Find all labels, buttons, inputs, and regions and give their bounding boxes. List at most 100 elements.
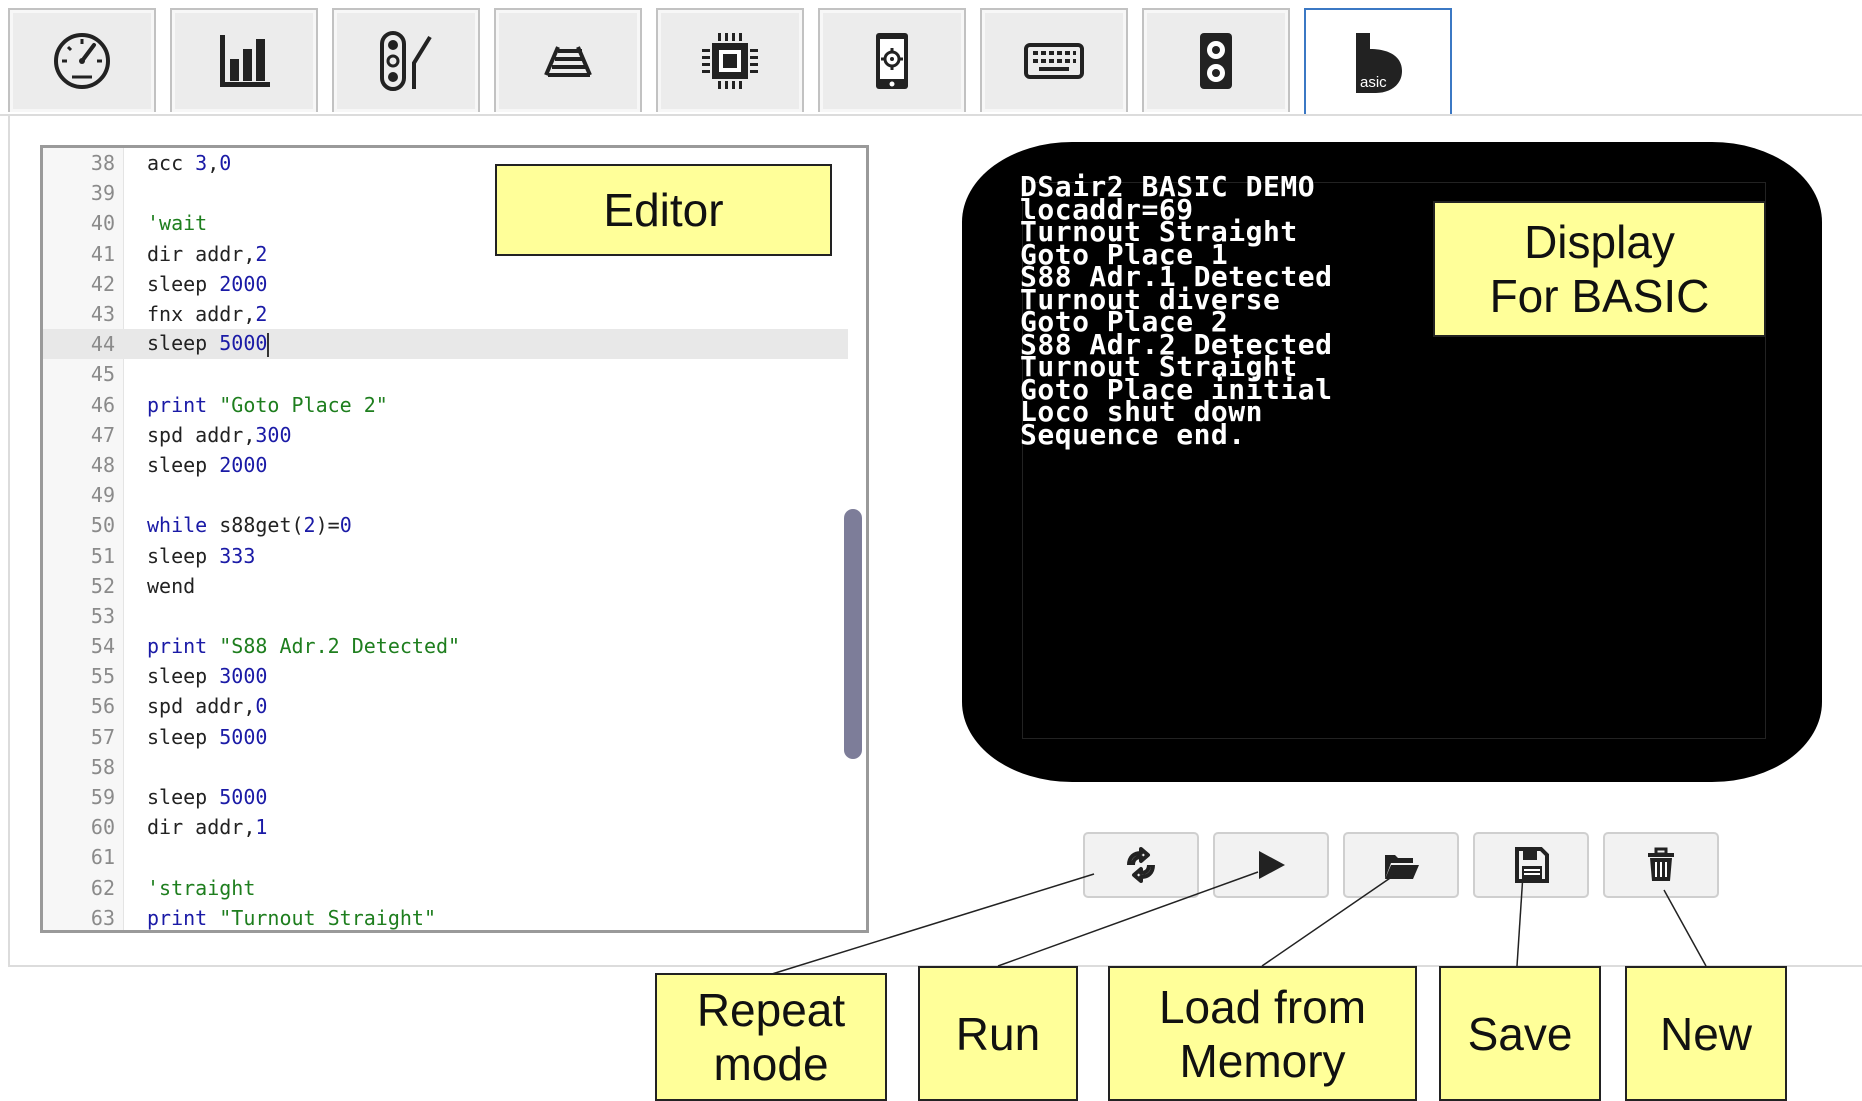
tab-chip[interactable]: [656, 8, 804, 112]
tab-statistics[interactable]: [170, 8, 318, 112]
code-text: print "Goto Place 2": [147, 392, 388, 417]
panel-border-left: [8, 114, 10, 965]
code-text: 'wait: [147, 211, 208, 236]
trash-icon: [1648, 847, 1674, 881]
code-line[interactable]: 59 sleep 5000: [43, 782, 848, 812]
line-number: 58: [90, 754, 115, 779]
code-text: acc 3,0: [147, 151, 232, 176]
code-line[interactable]: 57 sleep 5000: [43, 722, 848, 752]
line-number: 44: [90, 332, 115, 357]
code-editor[interactable]: 38 acc 3,0 39 40 'wait 41 dir addr,2 42 sleep 20…: [40, 145, 869, 933]
code-line[interactable]: 62 'straight: [43, 873, 848, 903]
code-line[interactable]: 52 wend: [43, 571, 848, 601]
code-line[interactable]: 51 sleep 333: [43, 540, 848, 570]
chip-icon: [702, 33, 758, 89]
code-line[interactable]: 47 spd addr,300: [43, 420, 848, 450]
code-text: sleep 5000: [147, 331, 270, 357]
code-line[interactable]: 50 while s88get(2)=0: [43, 510, 848, 540]
code-line[interactable]: 46 print "Goto Place 2": [43, 390, 848, 420]
code-text: spd addr,300: [147, 422, 292, 447]
code-line[interactable]: 44 sleep 5000: [43, 329, 848, 360]
display-line: Sequence end.: [1020, 417, 1246, 451]
line-number: 61: [90, 845, 115, 870]
code-text: while s88get(2)=0: [147, 513, 352, 538]
code-line[interactable]: 61: [43, 842, 848, 872]
line-number: 55: [90, 664, 115, 689]
code-line[interactable]: 53: [43, 601, 848, 631]
line-number: 50: [90, 513, 115, 538]
line-number: 48: [90, 452, 115, 477]
line-number: 59: [90, 785, 115, 810]
code-lines[interactable]: 38 acc 3,0 39 40 'wait 41 dir addr,2 42 sleep 20…: [43, 148, 848, 930]
tab-bar: asic: [8, 8, 1862, 116]
keyboard-icon: [1024, 43, 1084, 79]
new-button[interactable]: [1603, 832, 1719, 898]
line-number: 53: [90, 603, 115, 628]
load-button[interactable]: [1343, 832, 1459, 898]
editor-scrollbar[interactable]: [842, 152, 862, 926]
line-number: 42: [90, 271, 115, 296]
bar-chart-icon: [220, 35, 270, 87]
code-text: sleep 2000: [147, 452, 268, 477]
code-line[interactable]: 42 sleep 2000: [43, 269, 848, 299]
code-line[interactable]: 56 spd addr,0: [43, 691, 848, 721]
save-button[interactable]: [1473, 832, 1589, 898]
track-icon: [544, 46, 592, 77]
run-button[interactable]: [1213, 832, 1329, 898]
callout-run: Run: [918, 966, 1078, 1101]
line-number: 45: [90, 362, 115, 387]
code-line[interactable]: 63 print "Turnout Straight": [43, 903, 848, 930]
tab-phone-settings[interactable]: [818, 8, 966, 112]
tab-basic[interactable]: asic: [1304, 8, 1452, 116]
editor-scroll-thumb[interactable]: [844, 509, 862, 759]
tab-bar-divider: [0, 114, 1862, 116]
code-text: dir addr,2: [147, 241, 268, 266]
code-text: print "S88 Adr.2 Detected": [147, 634, 461, 659]
play-icon: [1259, 851, 1285, 879]
code-line[interactable]: 58: [43, 752, 848, 782]
speedometer-icon: [54, 33, 110, 89]
code-line[interactable]: 54 print "S88 Adr.2 Detected": [43, 631, 848, 661]
code-line[interactable]: 45: [43, 359, 848, 389]
floppy-disk-icon: [1515, 847, 1549, 883]
line-number: 56: [90, 694, 115, 719]
line-number: 47: [90, 422, 115, 447]
tab-keyboard[interactable]: [980, 8, 1128, 112]
code-line[interactable]: 48 sleep 2000: [43, 450, 848, 480]
basic-icon: asic: [1356, 33, 1402, 93]
code-text: sleep 5000: [147, 785, 268, 810]
signal-turnout-icon: [380, 31, 432, 91]
tab-track[interactable]: [494, 8, 642, 112]
display-output: DSair2 BASIC DEMO locaddr=69 Turnout Strai…: [1020, 173, 1332, 451]
repeat-icon: [1127, 847, 1155, 883]
tab-signal-turnout[interactable]: [332, 8, 480, 112]
line-number: 39: [90, 181, 115, 206]
callout-new: New: [1625, 966, 1787, 1101]
line-number: 63: [90, 905, 115, 930]
callout-editor: Editor: [495, 164, 832, 256]
callout-display: Display For BASIC: [1433, 201, 1766, 337]
line-number: 43: [90, 302, 115, 327]
repeat-mode-button[interactable]: [1083, 832, 1199, 898]
code-text: sleep 5000: [147, 724, 268, 749]
code-text: 'straight: [147, 875, 256, 900]
code-text: dir addr,1: [147, 815, 268, 840]
code-line[interactable]: 60 dir addr,1: [43, 812, 848, 842]
phone-settings-icon: [876, 33, 908, 89]
code-text: fnx addr,2: [147, 302, 268, 327]
tab-speedometer[interactable]: [8, 8, 156, 112]
line-number: 49: [90, 483, 115, 508]
line-number: 54: [90, 634, 115, 659]
code-line[interactable]: 55 sleep 3000: [43, 661, 848, 691]
line-number: 38: [90, 151, 115, 176]
code-line[interactable]: 43 fnx addr,2: [43, 299, 848, 329]
tab-speaker[interactable]: [1142, 8, 1290, 112]
line-number: 46: [90, 392, 115, 417]
code-line[interactable]: 49: [43, 480, 848, 510]
code-text: print "Turnout Straight": [147, 905, 437, 930]
line-number: 41: [90, 241, 115, 266]
line-number: 57: [90, 724, 115, 749]
line-number: 62: [90, 875, 115, 900]
basic-icon-label: asic: [1360, 74, 1387, 91]
folder-open-icon: [1385, 855, 1419, 879]
